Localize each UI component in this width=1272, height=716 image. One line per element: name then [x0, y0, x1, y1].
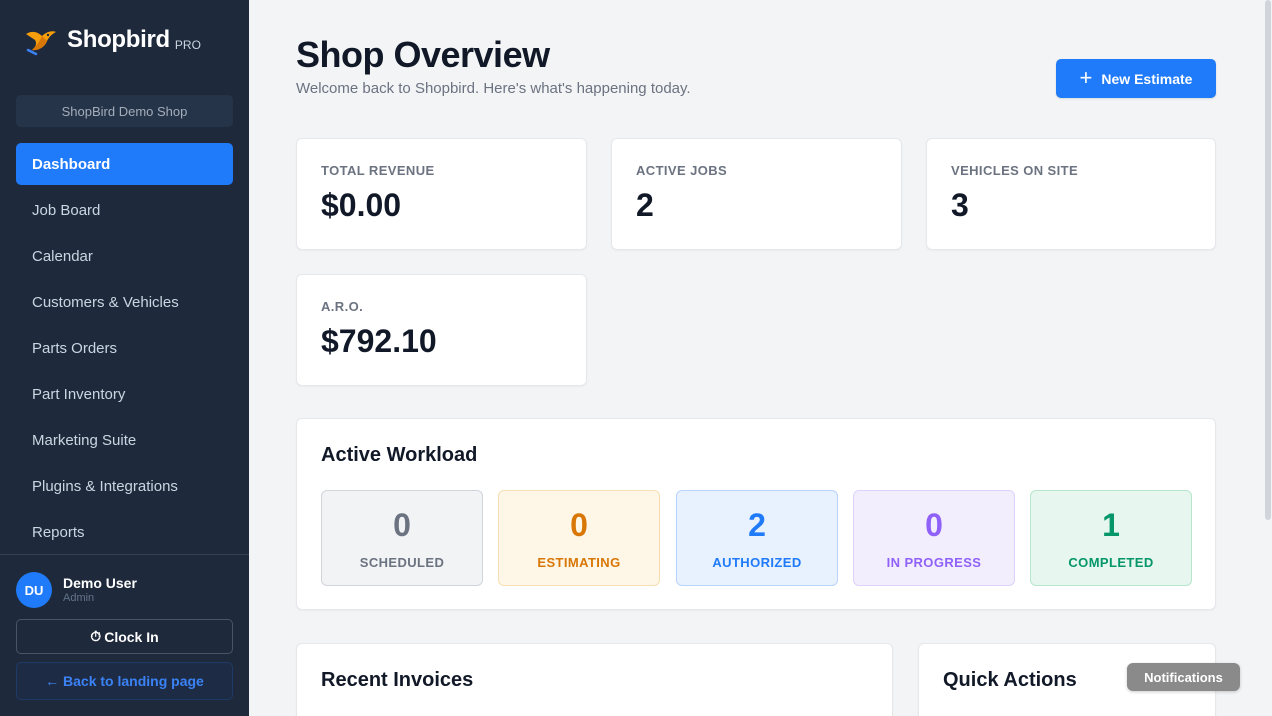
sidebar: Shopbird PRO ShopBird Demo Shop Dashboar…	[0, 0, 249, 716]
sidebar-item-part-inventory[interactable]: Part Inventory	[16, 373, 233, 415]
workload-label: AUTHORIZED	[712, 555, 802, 570]
recent-invoices-panel: Recent Invoices	[296, 643, 893, 716]
section-title: Active Workload	[321, 444, 478, 466]
sidebar-item-dashboard[interactable]: Dashboard	[16, 143, 233, 185]
sidebar-item-reports[interactable]: Reports	[16, 511, 233, 553]
sidebar-nav: Dashboard Job Board Calendar Customers &…	[16, 143, 233, 557]
bird-logo-icon	[26, 31, 56, 56]
workload-count: 0	[925, 507, 943, 543]
section-title: Recent Invoices	[321, 669, 474, 691]
section-title: Quick Actions	[943, 669, 1077, 691]
sidebar-item-customers-vehicles[interactable]: Customers & Vehicles	[16, 281, 233, 323]
stat-label: TOTAL REVENUE	[321, 163, 435, 178]
sidebar-item-calendar[interactable]: Calendar	[16, 235, 233, 277]
workload-count: 0	[393, 507, 411, 543]
workload-count: 1	[1102, 507, 1120, 543]
workload-estimating[interactable]: 0 ESTIMATING	[498, 490, 660, 586]
notifications-button[interactable]: Notifications	[1127, 663, 1240, 691]
stat-value: $792.10	[321, 323, 437, 359]
workload-count: 0	[570, 507, 588, 543]
user-role: Admin	[63, 592, 95, 604]
brand-tag: PRO	[174, 37, 201, 52]
stat-value: $0.00	[321, 187, 402, 223]
workload-completed[interactable]: 1 COMPLETED	[1030, 490, 1192, 586]
workload-count: 2	[748, 507, 766, 543]
page-title: Shop Overview	[296, 34, 550, 75]
shop-selector[interactable]: ShopBird Demo Shop	[16, 95, 233, 127]
brand[interactable]: Shopbird PRO	[22, 24, 201, 56]
avatar: DU	[16, 572, 52, 608]
active-workload-panel: Active Workload 0 SCHEDULED 0 ESTIMATING…	[296, 418, 1216, 610]
stat-card-aro: A.R.O. $792.10	[296, 274, 587, 386]
new-estimate-label: New Estimate	[1101, 70, 1193, 87]
new-estimate-button[interactable]: + New Estimate	[1056, 59, 1216, 98]
stat-label: ACTIVE JOBS	[636, 163, 728, 178]
workload-label: SCHEDULED	[359, 555, 445, 570]
page-scrollbar[interactable]	[1264, 0, 1272, 716]
workload-scheduled[interactable]: 0 SCHEDULED	[321, 490, 483, 586]
sidebar-item-parts-orders[interactable]: Parts Orders	[16, 327, 233, 369]
workload-in-progress[interactable]: 0 IN PROGRESS	[853, 490, 1015, 586]
stat-card-active-jobs: ACTIVE JOBS 2	[611, 138, 902, 250]
brand-name: Shopbird	[67, 26, 170, 53]
back-to-landing-link[interactable]: ← Back to landing page	[16, 662, 233, 700]
workload-label: COMPLETED	[1068, 555, 1154, 570]
sidebar-item-plugins-integrations[interactable]: Plugins & Integrations	[16, 465, 233, 507]
user-name: Demo User	[63, 575, 137, 591]
workload-label: IN PROGRESS	[886, 555, 982, 570]
workload-authorized[interactable]: 2 AUTHORIZED	[676, 490, 838, 586]
stat-card-vehicles-on-site: VEHICLES ON SITE 3	[926, 138, 1216, 250]
stat-value: 2	[636, 187, 654, 223]
clock-in-button[interactable]: ⏱ Clock In	[16, 619, 233, 654]
stopwatch-icon: ⏱	[90, 628, 102, 644]
stat-card-total-revenue: TOTAL REVENUE $0.00	[296, 138, 587, 250]
sidebar-item-job-board[interactable]: Job Board	[16, 189, 233, 231]
stat-value: 3	[951, 187, 969, 223]
plus-icon: +	[1079, 64, 1093, 90]
stat-label: VEHICLES ON SITE	[951, 163, 1079, 178]
scrollbar-thumb[interactable]	[1265, 0, 1271, 520]
sidebar-divider	[0, 554, 249, 555]
user-meta: Demo User Admin	[63, 575, 137, 605]
workload-label: ESTIMATING	[537, 555, 621, 570]
user-profile[interactable]: DU Demo User Admin	[16, 572, 137, 608]
page-subtitle: Welcome back to Shopbird. Here's what's …	[296, 80, 691, 97]
stat-label: A.R.O.	[321, 299, 364, 314]
sidebar-item-marketing-suite[interactable]: Marketing Suite	[16, 419, 233, 461]
clock-in-label: Clock In	[104, 628, 159, 645]
